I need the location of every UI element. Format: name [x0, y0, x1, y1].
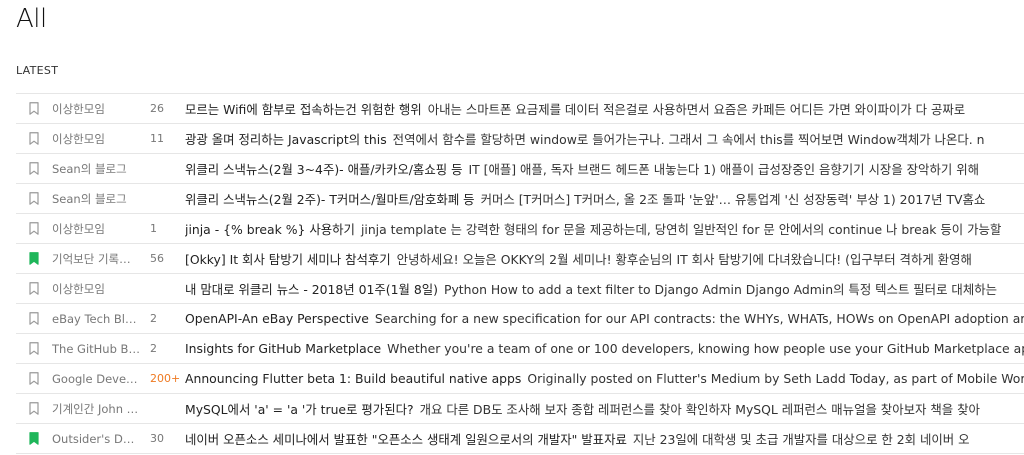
- feed-source[interactable]: 기계인간 John …: [52, 401, 140, 417]
- feed-source[interactable]: 이상한모임: [52, 131, 140, 147]
- feed-item-content[interactable]: OpenAPI-An eBay Perspective Searching for…: [185, 311, 1024, 326]
- feed-item-content[interactable]: 광광 올며 정리하는 Javascript의 this 전역에서 함수를 할당하면…: [185, 130, 1024, 148]
- popularity-count: 200+: [150, 372, 181, 385]
- popularity-count: 2: [150, 312, 157, 325]
- feed-source[interactable]: Sean의 블로그: [52, 191, 140, 207]
- popularity-count: 26: [150, 102, 164, 115]
- feed-page: All LATEST 이상한모임 26 모르는 Wifi에 함부로 접속하는건 위험…: [0, 0, 1024, 455]
- feed-source[interactable]: 이상한모임: [52, 221, 140, 237]
- feed-item[interactable]: 기억보단 기록… 56 [Okky] It 회사 탐방기 세미나 참석후기 안녕하세요…: [16, 244, 1024, 274]
- feed-item[interactable]: 이상한모임 26 모르는 Wifi에 함부로 접속하는건 위험한 행위 아내는 스마트…: [16, 94, 1024, 124]
- feed-item-snippet: Searching for a new specification for ou…: [374, 311, 1024, 326]
- feed-item-content[interactable]: 내 맘대로 위클리 뉴스 - 2018년 01주(1월 8일) Python Ho…: [185, 280, 1024, 298]
- popularity-count: 11: [150, 132, 164, 145]
- feed-item-content[interactable]: 위클리 스낵뉴스(2월 2주)- T커머스/월마트/암호화폐 등 커머스 [T커머…: [185, 190, 1024, 208]
- feed-item[interactable]: eBay Tech Blo… 2 OpenAPI-An eBay Perspecti…: [16, 304, 1024, 334]
- feed-item-title[interactable]: 광광 올며 정리하는 Javascript의 this: [185, 132, 387, 147]
- bookmark-filled-icon[interactable]: [29, 432, 39, 445]
- feed-source[interactable]: Sean의 블로그: [52, 161, 140, 177]
- popularity-count: 1: [150, 222, 157, 235]
- bookmark-icon[interactable]: [29, 162, 39, 175]
- feed-item-content[interactable]: 위클리 스낵뉴스(2월 3~4주)- 애플/카카오/홈쇼핑 등 IT [애플] 애…: [185, 160, 1024, 178]
- section-label-latest: LATEST: [16, 64, 59, 77]
- feed-item-content[interactable]: 네이버 오픈소스 세미나에서 발표한 "오픈소스 생태계 일원으로서의 개발자"…: [185, 430, 1024, 448]
- feed-item-title[interactable]: OpenAPI-An eBay Perspective: [185, 311, 369, 326]
- feed-item-title[interactable]: 네이버 오픈소스 세미나에서 발표한 "오픈소스 생태계 일원으로서의 개발자"…: [185, 432, 627, 447]
- feed-item-snippet: 아내는 스마트폰 요금제를 데이터 적은걸로 사용하면서 요즘은 카페든 어디든…: [427, 101, 966, 117]
- feed-item[interactable]: Outsider's De… 30 네이버 오픈소스 세미나에서 발표한 "오픈소스…: [16, 424, 1024, 454]
- bookmark-icon[interactable]: [29, 342, 39, 355]
- feed-item-snippet: 안녕하세요! 오늘은 OKKY의 2월 세미나! 황후순님의 IT 회사 탐방기…: [396, 251, 972, 267]
- feed-item[interactable]: Sean의 블로그 위클리 스낵뉴스(2월 3~4주)- 애플/카카오/홈쇼핑 등…: [16, 154, 1024, 184]
- feed-item[interactable]: 기계인간 John … MySQL에서 'a' = 'a '가 true로 평가된…: [16, 394, 1024, 424]
- popularity-count: 30: [150, 432, 164, 445]
- bookmark-icon[interactable]: [29, 402, 39, 415]
- feed-item-snippet: jinja template 는 강력한 형태의 for 문을 제공하는데, 당…: [360, 221, 1002, 237]
- bookmark-icon[interactable]: [29, 282, 39, 295]
- feed-item-title[interactable]: Announcing Flutter beta 1: Build beautif…: [185, 371, 521, 386]
- page-title: All: [16, 4, 47, 34]
- feed-item-title[interactable]: 모르는 Wifi에 함부로 접속하는건 위험한 행위: [185, 102, 422, 117]
- feed-item-title[interactable]: jinja - {% break %} 사용하기: [185, 222, 355, 237]
- feed-list: 이상한모임 26 모르는 Wifi에 함부로 접속하는건 위험한 행위 아내는 스마트…: [16, 93, 1024, 454]
- feed-source[interactable]: 이상한모임: [52, 101, 140, 117]
- popularity-count: 2: [150, 342, 157, 355]
- feed-item-content[interactable]: Insights for GitHub Marketplace Whether y…: [185, 341, 1024, 356]
- bookmark-icon[interactable]: [29, 132, 39, 145]
- feed-item-title[interactable]: 내 맘대로 위클리 뉴스 - 2018년 01주(1월 8일): [185, 282, 438, 297]
- feed-item-snippet: Python How to add a text filter to Djang…: [443, 281, 998, 297]
- feed-source[interactable]: eBay Tech Blo…: [52, 312, 140, 326]
- feed-item-title[interactable]: 위클리 스낵뉴스(2월 3~4주)- 애플/카카오/홈쇼핑 등: [185, 162, 462, 177]
- bookmark-icon[interactable]: [29, 222, 39, 235]
- feed-item-content[interactable]: 모르는 Wifi에 함부로 접속하는건 위험한 행위 아내는 스마트폰 요금제를 …: [185, 100, 1024, 118]
- feed-item-title[interactable]: [Okky] It 회사 탐방기 세미나 참석후기: [185, 252, 391, 267]
- bookmark-icon[interactable]: [29, 102, 39, 115]
- feed-source[interactable]: Outsider's De…: [52, 432, 140, 446]
- feed-source[interactable]: Google Devel…: [52, 372, 140, 386]
- feed-item-content[interactable]: jinja - {% break %} 사용하기 jinja template 는…: [185, 220, 1024, 238]
- feed-item-snippet: 지난 23일에 대학생 및 초급 개발자를 대상으로 한 2회 네이버 오: [632, 431, 970, 447]
- feed-source[interactable]: 기억보단 기록…: [52, 251, 140, 267]
- feed-item-snippet: 전역에서 함수를 할당하면 window로 들어가는구나. 그래서 그 속에서 …: [392, 131, 985, 147]
- feed-item-content[interactable]: [Okky] It 회사 탐방기 세미나 참석후기 안녕하세요! 오늘은 OKKY…: [185, 250, 1024, 268]
- feed-item[interactable]: 이상한모임 11 광광 올며 정리하는 Javascript의 this 전역에서 함…: [16, 124, 1024, 154]
- feed-item[interactable]: Google Devel… 200+ Announcing Flutter beta…: [16, 364, 1024, 394]
- popularity-count: 56: [150, 252, 164, 265]
- feed-item-title[interactable]: Insights for GitHub Marketplace: [185, 341, 381, 356]
- bookmark-icon[interactable]: [29, 312, 39, 325]
- feed-item-snippet: 개요 다른 DB도 조사해 보자 종합 레퍼런스를 찾아 확인하자 MySQL …: [419, 401, 980, 417]
- feed-item[interactable]: 이상한모임 1 jinja - {% break %} 사용하기 jinja temp…: [16, 214, 1024, 244]
- feed-item-snippet: Whether you're a team of one or 100 deve…: [387, 341, 1024, 356]
- feed-item-title[interactable]: 위클리 스낵뉴스(2월 2주)- T커머스/월마트/암호화폐 등: [185, 192, 475, 207]
- feed-item[interactable]: 이상한모임 내 맘대로 위클리 뉴스 - 2018년 01주(1월 8일) Pyth…: [16, 274, 1024, 304]
- feed-item[interactable]: Sean의 블로그 위클리 스낵뉴스(2월 2주)- T커머스/월마트/암호화폐 …: [16, 184, 1024, 214]
- feed-source[interactable]: 이상한모임: [52, 281, 140, 297]
- feed-item[interactable]: The GitHub Bl… 2 Insights for GitHub Marke…: [16, 334, 1024, 364]
- feed-item-content[interactable]: MySQL에서 'a' = 'a '가 true로 평가된다? 개요 다른 DB도…: [185, 400, 1024, 418]
- feed-item-snippet: IT [애플] 애플, 독자 브랜드 헤드폰 내놓는다 1) 애플이 급성장중인…: [468, 161, 979, 177]
- feed-source[interactable]: The GitHub Bl…: [52, 342, 140, 356]
- bookmark-icon[interactable]: [29, 372, 39, 385]
- feed-item-snippet: Originally posted on Flutter's Medium by…: [527, 371, 1024, 386]
- bookmark-icon[interactable]: [29, 192, 39, 205]
- feed-item-snippet: 커머스 [T커머스] T커머스, 올 2조 돌파 '눈앞'… 유통업계 '신 성…: [480, 191, 986, 207]
- bookmark-filled-icon[interactable]: [29, 252, 39, 265]
- feed-item-title[interactable]: MySQL에서 'a' = 'a '가 true로 평가된다?: [185, 402, 414, 417]
- feed-item-content[interactable]: Announcing Flutter beta 1: Build beautif…: [185, 371, 1024, 386]
